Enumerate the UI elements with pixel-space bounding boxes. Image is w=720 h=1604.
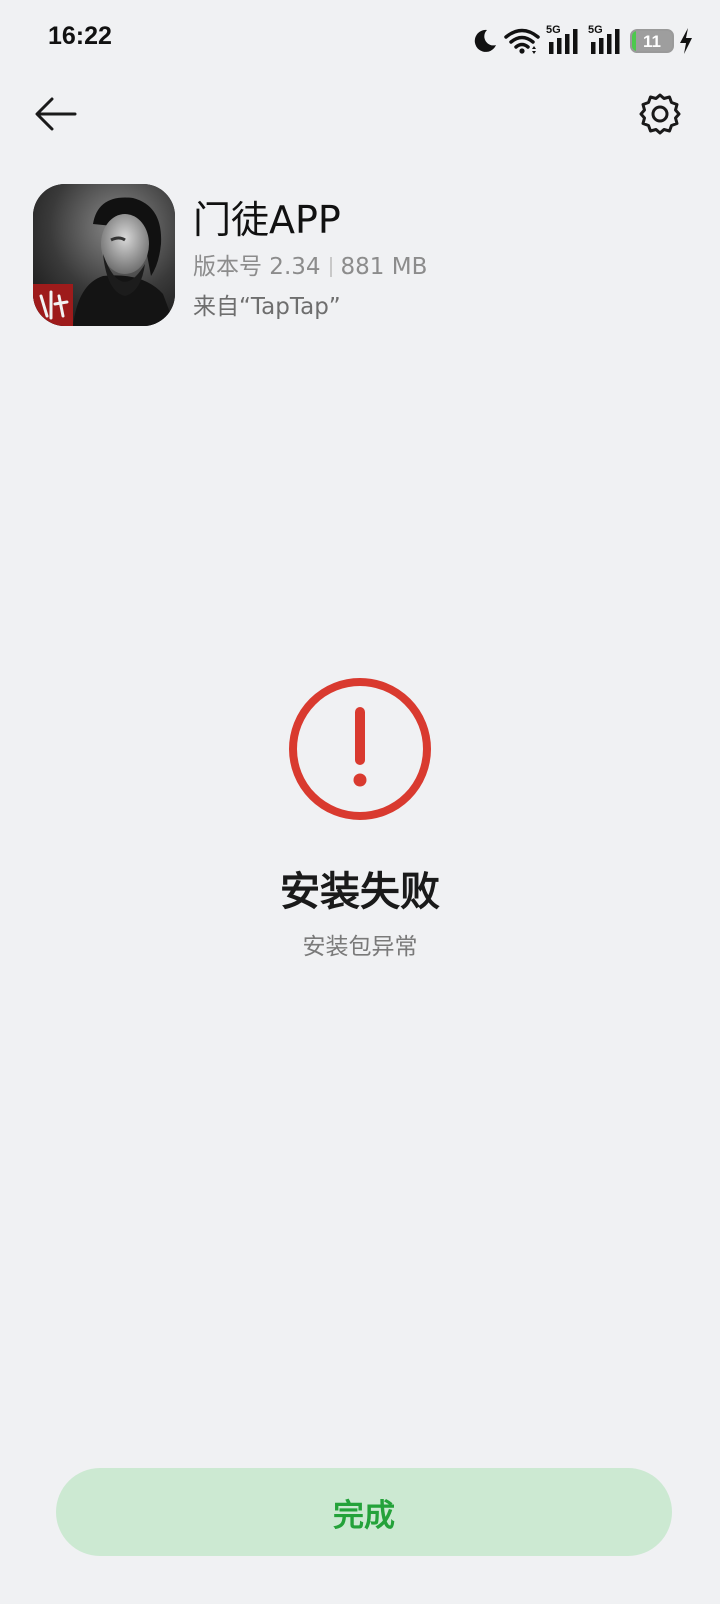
wifi-icon [504, 27, 540, 55]
status-bar: 16:22 5G 5G 11 [0, 0, 720, 80]
app-size: 881 MB [340, 254, 428, 280]
meta-divider [329, 257, 332, 277]
signal-5g-icon: 5G [588, 24, 624, 56]
battery-fill [632, 31, 637, 51]
app-name: 门徒APP [193, 198, 341, 242]
moon-icon [470, 27, 498, 55]
settings-button[interactable] [630, 86, 690, 146]
app-icon [33, 184, 175, 326]
battery-icon: 11 [630, 29, 674, 53]
install-result: 安装失败 安装包异常 [0, 676, 720, 962]
arrow-left-icon [34, 96, 78, 136]
back-button[interactable] [26, 86, 86, 146]
gear-icon [638, 92, 682, 140]
top-bar [0, 80, 720, 152]
signal-5g-icon: 5G [546, 24, 582, 56]
status-icons: 5G 5G 11 [470, 24, 694, 58]
exclamation-circle-icon [289, 678, 431, 820]
app-version: 版本号 2.34 [193, 254, 321, 280]
app-info: 门徒APP 版本号 2.34 881 MB 来自“TapTap” [33, 184, 673, 326]
app-source: 来自“TapTap” [193, 294, 341, 320]
battery-body: 11 [630, 29, 674, 53]
battery-level: 11 [643, 31, 661, 51]
charging-icon [678, 27, 694, 55]
done-button[interactable]: 完成 [56, 1468, 672, 1556]
result-subtitle: 安装包异常 [302, 934, 418, 960]
status-time: 16:22 [48, 22, 112, 50]
app-meta: 版本号 2.34 881 MB [193, 252, 427, 282]
result-title: 安装失败 [280, 869, 440, 915]
